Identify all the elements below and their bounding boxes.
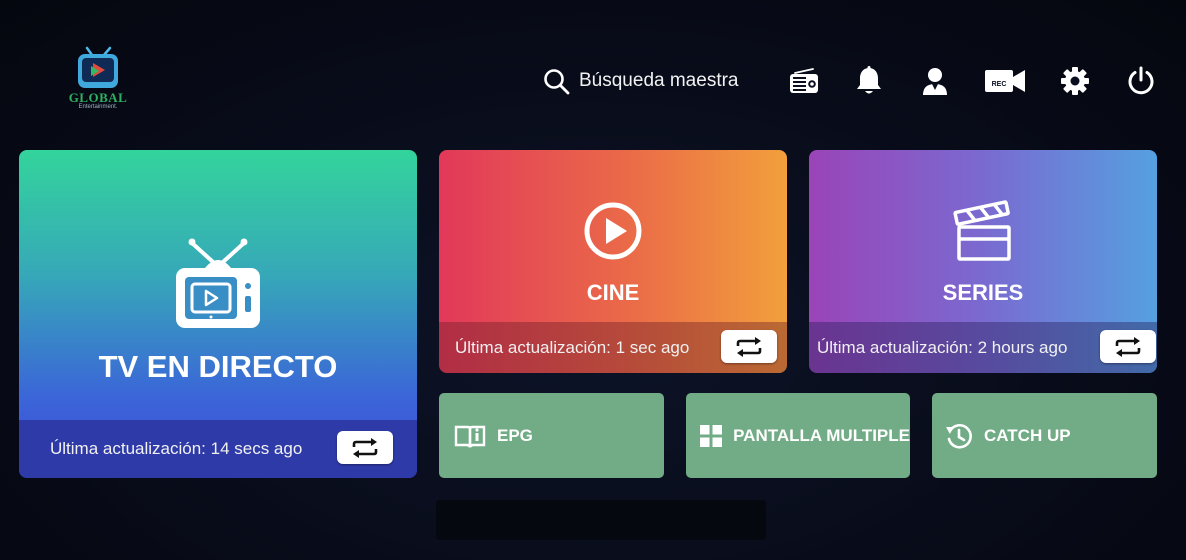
radio-button[interactable] xyxy=(782,62,826,100)
movies-title: CINE xyxy=(586,280,640,305)
live-tv-last-update: Última actualización: 14 secs ago xyxy=(50,439,303,458)
epg-tile[interactable]: EPG xyxy=(439,393,664,478)
live-tv-tile[interactable]: TV EN DIRECTO Última actualización: 14 s… xyxy=(19,150,417,478)
settings-button[interactable] xyxy=(1053,62,1097,100)
multiscreen-label: PANTALLA MULTIPLE xyxy=(733,425,910,445)
user-icon xyxy=(923,68,947,95)
series-refresh-button[interactable] xyxy=(1100,330,1156,363)
play-icon xyxy=(584,202,642,260)
movies-last-update: Última actualización: 1 sec ago xyxy=(455,337,690,357)
series-last-update: Última actualización: 2 hours ago xyxy=(817,337,1068,357)
logo-brand: GLOBAL xyxy=(68,90,128,105)
series-footer: Última actualización: 2 hours ago xyxy=(809,322,1157,373)
series-title: SERIES xyxy=(942,280,1024,305)
multiscreen-tile[interactable]: PANTALLA MULTIPLE xyxy=(686,393,910,478)
power-icon xyxy=(1128,66,1154,95)
movies-footer: Última actualización: 1 sec ago xyxy=(439,322,787,373)
catch-up-label: CATCH UP xyxy=(984,425,1071,445)
background-shadow xyxy=(436,500,766,540)
top-toolbar: REC xyxy=(780,62,1170,102)
bell-icon xyxy=(857,66,881,94)
catch-up-tile[interactable]: CATCH UP xyxy=(932,393,1157,478)
epg-label: EPG xyxy=(497,425,533,445)
live-tv-refresh-button[interactable] xyxy=(337,431,393,464)
refresh-icon xyxy=(352,437,378,458)
live-tv-title: TV EN DIRECTO xyxy=(98,349,338,384)
movies-tile[interactable]: CINE Última actualización: 1 sec ago xyxy=(439,150,787,373)
refresh-icon xyxy=(1115,336,1141,357)
search-label: Búsqueda maestra xyxy=(579,70,739,91)
series-tile[interactable]: SERIES Última actualización: 2 hours ago xyxy=(809,150,1157,373)
logo-tagline: Entertainment. xyxy=(78,104,118,110)
home-screen: GLOBAL Entertainment. Búsqueda maestra R… xyxy=(0,0,1186,560)
refresh-icon xyxy=(736,336,762,357)
app-logo: GLOBAL Entertainment. xyxy=(66,46,130,116)
radio-icon xyxy=(790,68,818,93)
history-icon xyxy=(942,422,976,450)
search-icon xyxy=(544,68,570,94)
record-camera-icon: REC xyxy=(985,70,1025,92)
clapperboard-icon xyxy=(953,200,1011,261)
notifications-button[interactable] xyxy=(847,62,891,100)
power-button[interactable] xyxy=(1119,62,1163,100)
movies-refresh-button[interactable] xyxy=(721,330,777,363)
recordings-button[interactable]: REC xyxy=(983,62,1027,100)
user-account-button[interactable] xyxy=(913,62,957,100)
guide-book-icon xyxy=(453,423,487,449)
rec-label: REC xyxy=(992,81,1007,88)
gear-icon xyxy=(1061,67,1089,95)
tv-icon xyxy=(176,238,260,328)
grid-icon xyxy=(696,424,725,448)
logo-tv-icon xyxy=(78,46,118,88)
master-search-button[interactable]: Búsqueda maestra xyxy=(543,66,739,96)
live-tv-footer: Última actualización: 14 secs ago xyxy=(19,420,417,478)
